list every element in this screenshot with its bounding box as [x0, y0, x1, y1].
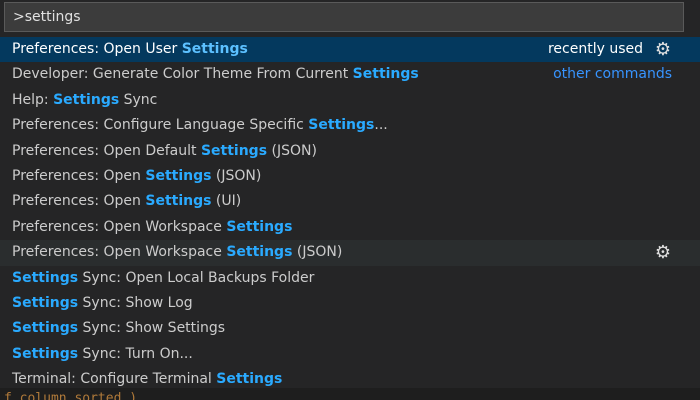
item-label-highlight: Settings — [200, 142, 268, 159]
item-label-highlight: Settings — [53, 91, 120, 108]
item-label-prefix: Preferences: Open User — [12, 41, 182, 57]
item-label-prefix: Terminal: Configure Terminal — [12, 371, 217, 388]
command-input[interactable] — [5, 3, 683, 31]
command-item-open-workspace-settings[interactable]: Preferences: Open Workspace Settings — [0, 215, 700, 240]
item-label-suffix: (JSON) — [211, 167, 262, 184]
item-label-highlight: Settings — [181, 41, 248, 57]
item-label-highlight: Settings — [145, 167, 212, 184]
command-item-sync-show-settings[interactable]: Settings Sync: Show Settings — [0, 316, 700, 341]
item-label-suffix: (JSON) — [267, 142, 317, 159]
item-label-suffix: (JSON) — [292, 244, 343, 261]
item-label-suffix: Sync: Turn On... — [78, 345, 193, 362]
item-label-highlight: Settings — [352, 66, 419, 83]
item-label-suffix: ... — [374, 117, 388, 134]
item-label-prefix: Preferences: Open — [12, 167, 146, 184]
item-label-highlight: Settings — [12, 345, 79, 362]
item-label-prefix: Preferences: Open — [12, 193, 146, 210]
item-label-suffix: Sync — [119, 91, 158, 108]
item-label-highlight: Settings — [12, 294, 79, 311]
item-label-highlight: Settings — [12, 320, 79, 337]
command-palette: Preferences: Open User Settings recently… — [0, 0, 700, 400]
item-label-suffix: Sync: Open Local Backups Folder — [78, 269, 315, 286]
item-label-highlight: Settings — [226, 244, 293, 261]
item-label-highlight: Settings — [145, 193, 212, 210]
command-input-box[interactable] — [4, 2, 684, 32]
command-item-open-default-settings-json[interactable]: Preferences: Open Default Settings (JSON… — [0, 139, 700, 164]
gear-icon[interactable]: ⚙ — [653, 40, 673, 60]
item-label-prefix: Preferences: Open Workspace — [12, 218, 227, 235]
command-item-help-settings-sync[interactable]: Help: Settings Sync — [0, 88, 700, 113]
item-label-highlight: Settings — [226, 218, 293, 235]
item-label-suffix: Sync: Show Settings — [78, 320, 226, 337]
item-label-highlight: Settings — [216, 371, 283, 388]
command-item-generate-color-theme[interactable]: Developer: Generate Color Theme From Cur… — [0, 62, 700, 87]
item-label-prefix: Preferences: Open Workspace — [12, 244, 227, 261]
command-list: Preferences: Open User Settings recently… — [0, 37, 700, 392]
item-label-suffix: (UI) — [211, 193, 242, 210]
item-label-highlight: Settings — [12, 269, 79, 286]
item-label-prefix: Preferences: Open Default — [12, 142, 201, 159]
item-label-highlight: Settings — [308, 117, 375, 134]
command-item-sync-open-backups[interactable]: Settings Sync: Open Local Backups Folder — [0, 266, 700, 291]
other-commands-label: other commands — [553, 66, 672, 83]
item-label-prefix: Developer: Generate Color Theme From Cur… — [12, 66, 353, 83]
editor-peek-text: f column_sorted ) — [0, 388, 700, 400]
command-item-open-settings-ui[interactable]: Preferences: Open Settings (UI) — [0, 189, 700, 214]
gear-icon[interactable]: ⚙ — [653, 243, 673, 263]
item-label-prefix: Help: — [12, 91, 54, 108]
command-item-sync-turn-on[interactable]: Settings Sync: Turn On... — [0, 342, 700, 367]
item-label-prefix: Preferences: Configure Language Specific — [12, 117, 309, 134]
command-item-configure-language-settings[interactable]: Preferences: Configure Language Specific… — [0, 113, 700, 138]
item-label-suffix: Sync: Show Log — [78, 294, 193, 311]
command-item-sync-show-log[interactable]: Settings Sync: Show Log — [0, 291, 700, 316]
command-item-open-settings-json[interactable]: Preferences: Open Settings (JSON) — [0, 164, 700, 189]
command-item-open-user-settings[interactable]: Preferences: Open User Settings recently… — [0, 37, 700, 63]
recently-used-label: recently used — [547, 41, 643, 57]
command-item-open-workspace-settings-json[interactable]: Preferences: Open Workspace Settings (JS… — [0, 240, 700, 266]
